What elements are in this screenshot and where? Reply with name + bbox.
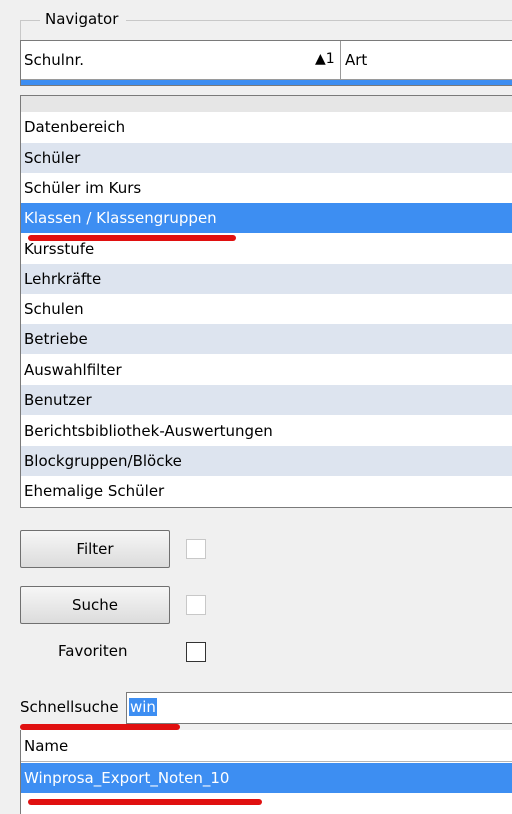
column-divider[interactable] [340,41,341,79]
favorites-checkbox[interactable] [186,642,206,662]
column-header-art[interactable]: Art [345,51,367,69]
sort-ascending-icon: ▲1 [315,51,335,67]
list-item-klassen[interactable]: Klassen / Klassengruppen [21,203,512,233]
annotation-underline [28,235,236,241]
list-item-ehemalige-schueler[interactable]: Ehemalige Schüler [21,476,512,506]
list-item-benutzer[interactable]: Benutzer [21,385,512,415]
search-button[interactable]: Suche [20,586,170,624]
favorites-label: Favoriten [58,642,128,660]
list-header-datenbereich: Datenbereich [21,112,512,142]
quick-search-input[interactable]: win [126,692,512,724]
list-item-auswahlfilter[interactable]: Auswahlfilter [21,355,512,385]
data-area-list[interactable]: Datenbereich Schüler Schüler im Kurs Kla… [20,95,512,508]
list-item-schueler[interactable]: Schüler [21,143,512,173]
quick-search-value: win [129,698,157,716]
search-checkbox[interactable] [186,595,206,615]
grid-header: Schulnr. ▲1 Art [21,41,512,80]
list-item-schulen[interactable]: Schulen [21,294,512,324]
list-item-blockgruppen[interactable]: Blockgruppen/Blöcke [21,446,512,476]
school-grid[interactable]: Schulnr. ▲1 Art [20,40,512,86]
quick-search-row: Schnellsuche win [20,690,512,726]
list-item-lehrkraefte[interactable]: Lehrkräfte [21,264,512,294]
table-row-selected[interactable]: Winprosa_Export_Noten_10 [21,763,512,793]
column-header-schulnr[interactable]: Schulnr. [24,51,84,69]
annotation-underline [28,799,262,805]
list-item-schueler-im-kurs[interactable]: Schüler im Kurs [21,173,512,203]
group-frame-line [20,20,21,40]
column-header-name[interactable]: Name [21,730,512,762]
filter-checkbox[interactable] [186,539,206,559]
quick-search-label: Schnellsuche [20,698,119,716]
group-frame-line [126,20,512,21]
list-top-strip [21,96,512,113]
filter-button[interactable]: Filter [20,530,170,568]
navigator-title: Navigator [40,10,124,28]
list-item-berichtsbibliothek[interactable]: Berichtsbibliothek-Auswertungen [21,416,512,446]
list-item-betriebe[interactable]: Betriebe [21,324,512,354]
group-frame-line [20,20,40,21]
table-row-selected[interactable] [21,80,512,85]
